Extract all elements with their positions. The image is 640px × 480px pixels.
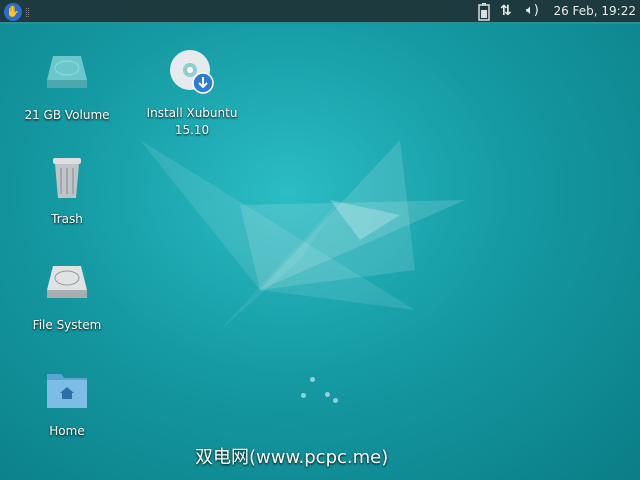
loading-spinner-dot (310, 377, 315, 382)
cd-install-icon (170, 50, 214, 94)
icon-label: Trash (51, 212, 83, 226)
desktop-icon-home[interactable]: Home (17, 366, 117, 440)
desktop-icon-filesystem[interactable]: File System (17, 260, 117, 334)
panel-handle[interactable] (26, 8, 29, 17)
xubuntu-menu-icon[interactable]: ✋ (4, 3, 22, 21)
loading-spinner-dot (325, 392, 330, 397)
icon-label: File System (32, 318, 102, 332)
icon-label: 21 GB Volume (24, 108, 110, 122)
icon-label: Home (49, 424, 85, 438)
harddisk-icon (47, 266, 87, 298)
loading-spinner-dot (333, 398, 338, 403)
volume-icon[interactable]: 🔈︎) (526, 3, 539, 18)
desktop-icon-trash[interactable]: Trash (17, 154, 117, 228)
trash-icon (53, 158, 81, 198)
desktop-icon-volume[interactable]: 21 GB Volume (17, 50, 117, 124)
desktop-icon-install[interactable]: Install Xubuntu 15.10 (142, 48, 242, 139)
home-folder-icon (47, 374, 87, 408)
icon-label: Install Xubuntu 15.10 (146, 106, 238, 137)
loading-spinner-dot (301, 393, 306, 398)
network-icon[interactable]: ⇅ (500, 3, 512, 19)
top-panel: ✋ ⇅ 🔈︎) 26 Feb, 19:22 (0, 0, 640, 24)
battery-icon[interactable] (478, 3, 490, 21)
clock[interactable]: 26 Feb, 19:22 (553, 4, 636, 18)
drive-icon (47, 56, 87, 88)
watermark: 双电网(www.pcpc.me) (195, 447, 389, 468)
